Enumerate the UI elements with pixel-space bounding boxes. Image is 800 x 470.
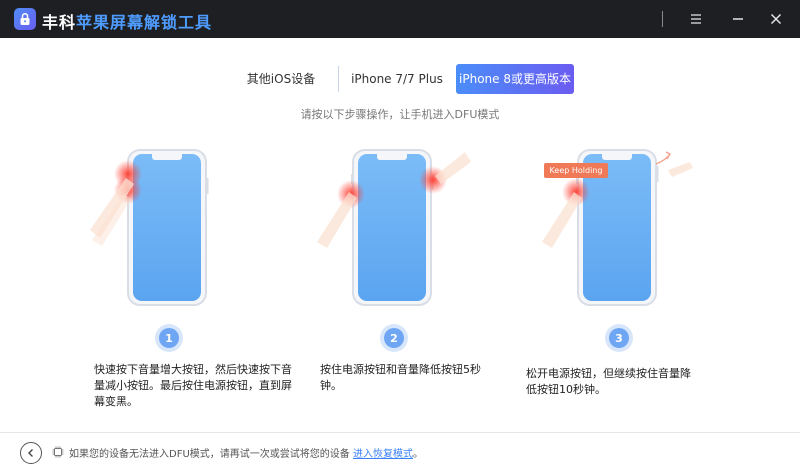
app-title: 丰科苹果屏幕解锁工具 bbox=[42, 9, 212, 33]
tab-iphone-8-later[interactable]: iPhone 8或更高版本 bbox=[456, 64, 574, 94]
step-1-text: 快速按下音量增大按钮，然后快速按下音 量减小按钮。最后按住电源按钮，直到屏 幕变… bbox=[94, 362, 304, 410]
recovery-mode-link[interactable]: 进入恢复模式 bbox=[353, 449, 413, 460]
chip-icon bbox=[52, 446, 64, 458]
step-1-text-line: 幕变黑。 bbox=[94, 395, 138, 408]
footer-hint-text: 如果您的设备无法进入DFU模式，请再试一次或尝试将您的设备 bbox=[69, 449, 350, 460]
titlebar-divider bbox=[662, 11, 663, 27]
tab-other-ios[interactable]: 其他iOS设备 bbox=[232, 64, 330, 94]
close-button[interactable] bbox=[766, 9, 786, 29]
minimize-button[interactable] bbox=[728, 9, 748, 29]
app-title-product: 苹果屏幕解锁工具 bbox=[76, 13, 213, 32]
device-tabs: 其他iOS设备 iPhone 7/7 Plus iPhone 8或更高版本 bbox=[0, 64, 800, 94]
step-3-text-line: 低按钮10秒钟。 bbox=[526, 383, 606, 396]
tab-divider bbox=[338, 66, 339, 92]
step-3-number: 3 bbox=[609, 328, 629, 348]
step-2-text-line: 钟。 bbox=[320, 379, 342, 392]
tab-iphone-7[interactable]: iPhone 7/7 Plus bbox=[346, 64, 448, 94]
step-1-text-line: 量减小按钮。最后按住电源按钮，直到屏 bbox=[94, 379, 292, 392]
step-2-number: 2 bbox=[384, 328, 404, 348]
step-3-text-line: 松开电源按钮，但继续按住音量降 bbox=[526, 367, 691, 380]
close-icon bbox=[770, 13, 782, 25]
footer-hint: 如果您的设备无法进入DFU模式，请再试一次或尝试将您的设备 进入恢复模式。 bbox=[69, 445, 423, 460]
chevron-left-icon bbox=[28, 449, 33, 457]
footer-bar: 如果您的设备无法进入DFU模式，请再试一次或尝试将您的设备 进入恢复模式。 bbox=[0, 432, 800, 470]
step-1-text-line: 快速按下音量增大按钮，然后快速按下音 bbox=[94, 363, 292, 376]
step-3-text: 松开电源按钮，但继续按住音量降 低按钮10秒钟。 bbox=[526, 366, 706, 398]
title-bar: 丰科苹果屏幕解锁工具 bbox=[0, 0, 800, 38]
instructions-subtitle: 请按以下步骤操作，让手机进入DFU模式 bbox=[300, 108, 500, 121]
menu-icon bbox=[691, 14, 701, 24]
keep-holding-badge: Keep Holding bbox=[544, 163, 608, 178]
menu-button[interactable] bbox=[686, 9, 706, 29]
step-1-illustration bbox=[90, 149, 209, 306]
app-title-brand: 丰科 bbox=[42, 13, 77, 32]
step-2-text: 按住电源按钮和音量降低按钮5秒 钟。 bbox=[320, 362, 500, 394]
step-1-number: 1 bbox=[159, 328, 179, 348]
step-2-illustration bbox=[317, 149, 471, 306]
back-button[interactable] bbox=[20, 442, 42, 464]
minimize-icon bbox=[733, 18, 743, 20]
footer-hint-suffix: 。 bbox=[412, 449, 423, 460]
lock-logo-icon bbox=[14, 8, 36, 30]
step-2-text-line: 按住电源按钮和音量降低按钮5秒 bbox=[320, 363, 481, 376]
